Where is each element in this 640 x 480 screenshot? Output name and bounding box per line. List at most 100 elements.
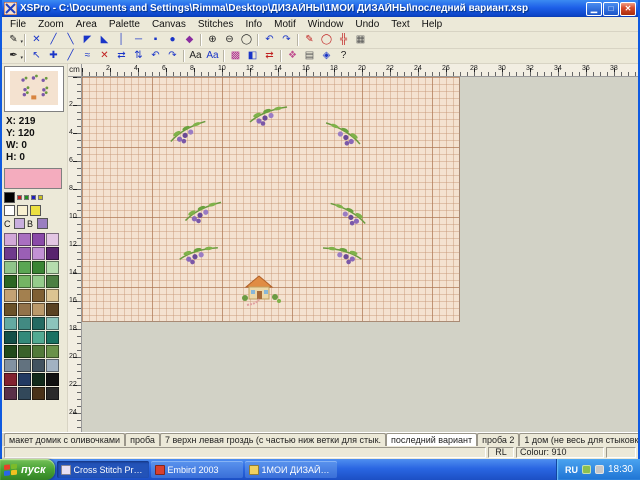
palette-swatch[interactable] <box>46 233 59 246</box>
cb-swatch[interactable] <box>14 218 25 229</box>
design-tab[interactable]: 7 верхн левая гроздь (с частью ниж ветки… <box>160 433 386 446</box>
backstitch-pen-icon[interactable]: ✎ <box>301 33 318 47</box>
palette-swatch[interactable] <box>18 289 31 302</box>
menu-item-help[interactable]: Help <box>416 19 449 30</box>
palette-swatch[interactable] <box>4 247 17 260</box>
petite-stitch-icon[interactable]: ▪ <box>147 33 164 47</box>
palette-swatch[interactable] <box>46 289 59 302</box>
palette-swatch[interactable] <box>46 359 59 372</box>
palette-swatch[interactable] <box>4 275 17 288</box>
flip-vertical-icon[interactable]: ⇅ <box>130 49 147 63</box>
palette-swatch[interactable] <box>32 331 45 344</box>
tray-icon[interactable] <box>595 465 604 474</box>
palette-swatch[interactable] <box>32 247 45 260</box>
design-tab[interactable]: проба <box>125 433 160 446</box>
mini-swatch[interactable] <box>38 195 43 200</box>
palette-swatch[interactable] <box>32 261 45 274</box>
palette-swatch[interactable] <box>32 345 45 358</box>
black-swatch[interactable] <box>4 192 15 203</box>
three-quarter-stitch-icon[interactable]: ◣ <box>96 33 113 47</box>
light-swatch[interactable] <box>4 205 15 216</box>
design-tab[interactable]: последний вариант <box>386 433 477 446</box>
color-picker-icon[interactable]: ✒▾ <box>5 49 22 63</box>
palette-swatch[interactable] <box>32 233 45 246</box>
taskbar-button[interactable]: Embird 2003 <box>151 461 243 478</box>
horizontal-stitch-icon[interactable]: ─ <box>130 33 147 47</box>
palette-swatch[interactable] <box>18 233 31 246</box>
menu-item-undo[interactable]: Undo <box>349 19 385 30</box>
palette-grid-icon[interactable]: ▩ <box>227 49 244 63</box>
font-small-icon[interactable]: Aa <box>187 49 204 63</box>
palette-swatch[interactable] <box>4 261 17 274</box>
mini-swatch[interactable] <box>31 195 36 200</box>
close-icon[interactable]: ✕ <box>620 2 636 16</box>
palette-swatch[interactable] <box>18 373 31 386</box>
palette-swatch[interactable] <box>18 247 31 260</box>
rotate-right-icon[interactable]: ↷ <box>164 49 181 63</box>
design-tab[interactable]: проба 2 <box>477 433 519 446</box>
palette-swatch[interactable] <box>4 373 17 386</box>
menu-item-area[interactable]: Area <box>70 19 103 30</box>
menu-item-window[interactable]: Window <box>302 19 350 30</box>
taskbar-button[interactable]: 1МОИ ДИЗАЙНЫ <box>245 461 337 478</box>
grid-toggle-icon[interactable]: ▦ <box>352 33 369 47</box>
palette-swatch[interactable] <box>32 275 45 288</box>
fabric-grid[interactable] <box>82 77 460 322</box>
menu-item-text[interactable]: Text <box>385 19 415 30</box>
minimize-icon[interactable]: ▁ <box>586 2 602 16</box>
erase-stitch-icon[interactable]: ✕ <box>96 49 113 63</box>
current-color-swatch[interactable] <box>4 168 62 189</box>
palette-swatch[interactable] <box>18 275 31 288</box>
menu-item-info[interactable]: Info <box>239 19 268 30</box>
palette-swatch[interactable] <box>46 317 59 330</box>
bead-stitch-icon[interactable]: ◆ <box>181 33 198 47</box>
palette-swatch[interactable] <box>4 303 17 316</box>
design-tab[interactable]: макет домик с оливочками <box>4 433 125 446</box>
menu-item-zoom[interactable]: Zoom <box>32 19 70 30</box>
taskbar-button[interactable]: Cross Stitch Pro... <box>57 461 149 478</box>
palette-swatch[interactable] <box>18 331 31 344</box>
light-swatch[interactable] <box>17 205 28 216</box>
menu-item-file[interactable]: File <box>4 19 32 30</box>
palette-swatch[interactable] <box>4 289 17 302</box>
title-bar[interactable]: XSPro - C:\Documents and Settings\Rimma\… <box>2 0 638 17</box>
palette-swatch[interactable] <box>18 317 31 330</box>
line-tool-icon[interactable]: ╱ <box>62 49 79 63</box>
palette-swatch[interactable] <box>4 331 17 344</box>
palette-swatch[interactable] <box>4 233 17 246</box>
half-stitch-back-icon[interactable]: ╲ <box>62 33 79 47</box>
palette-swatch[interactable] <box>46 275 59 288</box>
palette-swatch[interactable] <box>32 373 45 386</box>
settings-icon[interactable]: ◈ <box>318 49 335 63</box>
cb-swatch[interactable] <box>37 218 48 229</box>
redo-icon[interactable]: ↷ <box>278 33 295 47</box>
palette-swatch[interactable] <box>18 359 31 372</box>
palette-swatch[interactable] <box>4 345 17 358</box>
palette-swatch[interactable] <box>46 303 59 316</box>
palette-swatch[interactable] <box>18 345 31 358</box>
design-preview[interactable] <box>4 66 64 112</box>
menu-item-motif[interactable]: Motif <box>268 19 302 30</box>
design-tab[interactable]: 1 дом (не весь для стыковки) <box>519 433 638 446</box>
palette-swatch[interactable] <box>4 359 17 372</box>
zoom-out-icon[interactable]: ⊖ <box>221 33 238 47</box>
curve-tool-icon[interactable]: ≈ <box>79 49 96 63</box>
motif-icon[interactable]: ❖ <box>284 49 301 63</box>
select-arrow-icon[interactable]: ↖ <box>28 49 45 63</box>
zoom-in-icon[interactable]: ⊕ <box>204 33 221 47</box>
half-stitch-forward-icon[interactable]: ╱ <box>45 33 62 47</box>
palette-swatch[interactable] <box>32 289 45 302</box>
palette-swatch[interactable] <box>4 317 17 330</box>
maximize-icon[interactable]: □ <box>603 2 619 16</box>
swap-colors-icon[interactable]: ⇄ <box>261 49 278 63</box>
font-large-icon[interactable]: Aa <box>204 49 221 63</box>
zoom-fit-icon[interactable]: ◯ <box>238 33 255 47</box>
undo-icon[interactable]: ↶ <box>261 33 278 47</box>
mini-swatch[interactable] <box>17 195 22 200</box>
french-knot-icon[interactable]: ● <box>164 33 181 47</box>
move-tool-icon[interactable]: ✚ <box>45 49 62 63</box>
quarter-stitch-icon[interactable]: ◤ <box>79 33 96 47</box>
palette-swatch[interactable] <box>32 387 45 400</box>
mini-swatch[interactable] <box>24 195 29 200</box>
rotate-left-icon[interactable]: ↶ <box>147 49 164 63</box>
